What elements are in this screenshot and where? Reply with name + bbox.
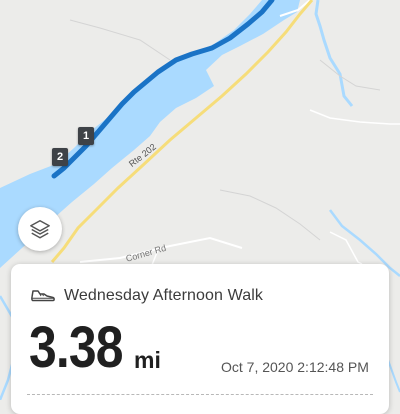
distance-unit: mi (134, 347, 161, 373)
activity-summary-card[interactable]: Wednesday Afternoon Walk 3.38 mi Oct 7, … (11, 264, 389, 414)
layers-icon (30, 220, 50, 239)
route-marker-1[interactable]: 1 (78, 127, 94, 145)
shoe-icon (31, 290, 55, 302)
activity-datetime: Oct 7, 2020 2:12:48 PM (221, 359, 369, 375)
route-marker-2[interactable]: 2 (52, 148, 68, 166)
map-layers-button[interactable] (18, 207, 62, 251)
activity-title: Wednesday Afternoon Walk (64, 287, 263, 304)
distance-value: 3.38 (29, 315, 124, 380)
card-divider (27, 394, 373, 395)
